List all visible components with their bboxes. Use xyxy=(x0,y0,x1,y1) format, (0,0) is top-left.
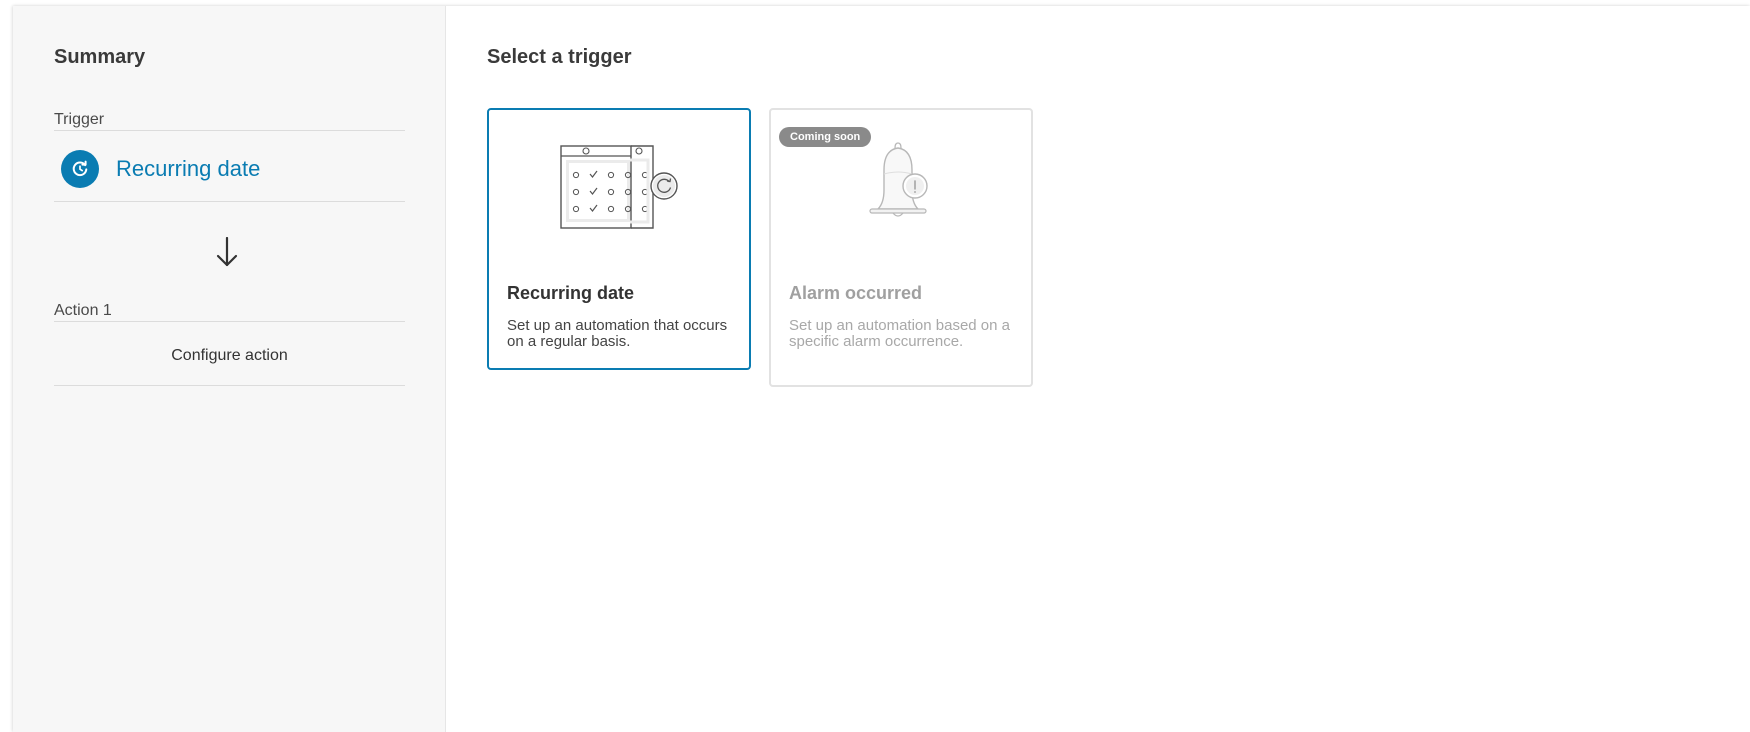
trigger-divider-top xyxy=(54,130,405,131)
trigger-divider-bottom xyxy=(54,201,405,202)
main-title: Select a trigger xyxy=(487,46,632,68)
configure-action-button[interactable]: Configure action xyxy=(54,327,405,385)
action-section-label: Action 1 xyxy=(54,302,112,319)
selected-trigger-summary[interactable]: Recurring date xyxy=(54,137,405,201)
sidebar-title: Summary xyxy=(54,46,146,68)
trigger-section-label: Trigger xyxy=(54,111,105,128)
app-frame: Summary Trigger Recurring date Action 1 … xyxy=(13,6,1750,732)
recurring-icon xyxy=(61,150,99,188)
card-title: Recurring date xyxy=(507,283,635,303)
trigger-card-alarm-occurred: Coming soon Alarm occurred Set up an aut… xyxy=(769,108,1033,387)
selected-trigger-name: Recurring date xyxy=(116,156,261,181)
coming-soon-badge: Coming soon xyxy=(779,127,872,147)
trigger-card-recurring-date[interactable]: Recurring date Set up an automation that… xyxy=(487,108,751,370)
action-divider-bottom xyxy=(54,385,405,386)
summary-sidebar: Summary Trigger Recurring date Action 1 … xyxy=(13,6,446,732)
trigger-selection-panel: Select a trigger Recurring date Set up a… xyxy=(446,6,1750,732)
card-description: Set up an automation based on a specific… xyxy=(789,317,1011,350)
card-title: Alarm occurred xyxy=(789,283,923,303)
arrow-down-icon xyxy=(216,236,238,272)
card-description: Set up an automation that occurs on a re… xyxy=(507,317,728,350)
calendar-recurring-icon xyxy=(489,110,749,240)
action-divider-top xyxy=(54,321,405,322)
